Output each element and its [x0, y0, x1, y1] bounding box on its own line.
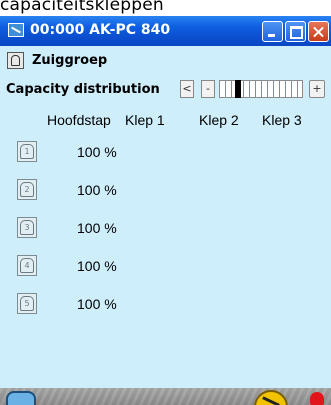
step-number: 3	[20, 220, 34, 235]
table-row: 4 100 %	[0, 255, 331, 281]
capacity-label: Capacity distribution	[6, 82, 160, 97]
step-value: 100 %	[77, 220, 117, 236]
title-bar: 00:000 AK-PC 840	[0, 16, 331, 46]
table-row: 3 100 %	[0, 217, 331, 243]
table-row: 1 100 %	[0, 141, 331, 167]
alarm-bell-icon[interactable]	[310, 392, 324, 405]
maximize-button[interactable]	[285, 21, 306, 42]
window-title: 00:000 AK-PC 840	[30, 22, 171, 38]
decrease-button[interactable]: -	[201, 80, 215, 98]
table-row: 5 100 %	[0, 293, 331, 319]
close-button[interactable]	[308, 21, 329, 42]
slider-thumb[interactable]	[235, 80, 241, 98]
step-value: 100 %	[77, 182, 117, 198]
minimize-button[interactable]	[262, 21, 283, 42]
wrench-icon[interactable]	[254, 390, 288, 405]
step-value: 100 %	[77, 258, 117, 274]
header-klep-2: Klep 2	[199, 112, 239, 128]
compressor-icon[interactable]	[7, 52, 24, 69]
step-number: 2	[20, 182, 34, 197]
capacity-distribution-row: Capacity distribution < - +	[0, 77, 331, 103]
increase-button[interactable]: +	[309, 80, 325, 98]
caption-text: capaciteitskleppen	[0, 0, 164, 15]
app-icon	[8, 23, 24, 37]
step-value: 100 %	[77, 296, 117, 312]
table-row: 2 100 %	[0, 179, 331, 205]
header-hoofdstap: Hoofdstap	[47, 112, 111, 128]
bottom-toolbar	[0, 388, 331, 405]
step-number: 5	[20, 296, 34, 311]
step-icon[interactable]: 1	[17, 141, 37, 162]
step-number: 4	[20, 258, 34, 273]
previous-button[interactable]: <	[180, 80, 194, 98]
step-number: 1	[20, 144, 34, 159]
group-label: Zuiggroep	[32, 53, 108, 68]
step-value: 100 %	[77, 144, 117, 160]
step-icon[interactable]: 2	[17, 179, 37, 200]
header-klep-1: Klep 1	[125, 112, 165, 128]
step-icon[interactable]: 5	[17, 293, 37, 314]
operator-icon[interactable]	[6, 391, 36, 405]
step-icon[interactable]: 4	[17, 255, 37, 276]
step-icon[interactable]: 3	[17, 217, 37, 238]
header-klep-3: Klep 3	[262, 112, 302, 128]
app-window: 00:000 AK-PC 840 Zuiggroep Capacity dist…	[0, 16, 331, 405]
capacity-slider[interactable]	[219, 80, 303, 98]
